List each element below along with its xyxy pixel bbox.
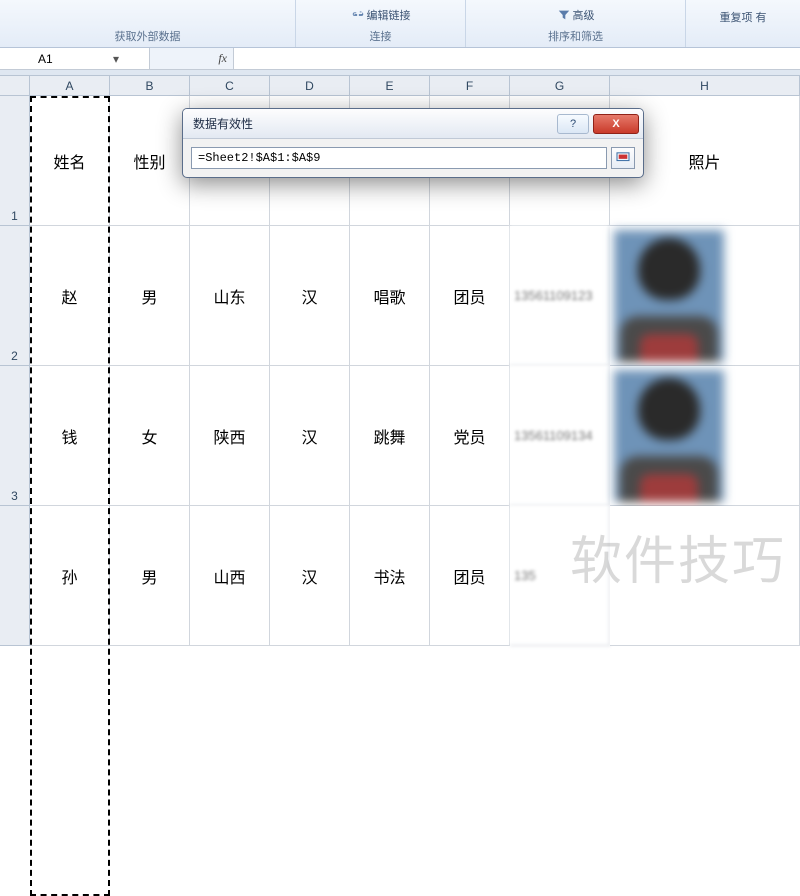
column-header[interactable]: D <box>270 76 350 96</box>
cell[interactable]: 团员 <box>430 226 510 366</box>
dialog-help-button[interactable]: ? <box>557 114 589 134</box>
edit-links-label: 编辑链接 <box>367 7 411 23</box>
column-header[interactable]: B <box>110 76 190 96</box>
range-input[interactable] <box>191 147 607 169</box>
cell[interactable]: 男 <box>110 506 190 646</box>
fx-label[interactable]: fx <box>150 48 234 69</box>
ribbon-group-external-data: 获取外部数据 <box>0 0 296 47</box>
cell[interactable]: 赵 <box>30 226 110 366</box>
cell[interactable]: 性别 <box>110 96 190 226</box>
duplicate-items-button[interactable]: 重复项 有 <box>719 9 766 25</box>
ribbon-group-connections: 编辑链接 连接 <box>296 0 466 47</box>
collapse-icon <box>616 152 630 164</box>
column-header[interactable]: F <box>430 76 510 96</box>
cell[interactable]: 钱 <box>30 366 110 506</box>
cells-area: 姓名性别照片赵男山东汉唱歌团员13561109123钱女陕西汉跳舞党员13561… <box>30 96 800 646</box>
cell[interactable]: 汉 <box>270 366 350 506</box>
name-box[interactable] <box>38 52 108 66</box>
dialog-body <box>183 139 643 177</box>
data-validation-dialog: 数据有效性 ? X <box>182 108 644 178</box>
dup-items-label: 重复项 有 <box>719 9 766 25</box>
cell[interactable]: 陕西 <box>190 366 270 506</box>
row-header[interactable] <box>0 506 30 646</box>
ribbon-group-label: 获取外部数据 <box>0 28 295 45</box>
cell[interactable]: 汉 <box>270 506 350 646</box>
cell[interactable]: 书法 <box>350 506 430 646</box>
dialog-close-button[interactable]: X <box>593 114 639 134</box>
cell[interactable]: 姓名 <box>30 96 110 226</box>
cell[interactable] <box>610 366 800 506</box>
name-box-wrap[interactable]: ▾ <box>0 48 150 69</box>
cell[interactable]: 女 <box>110 366 190 506</box>
formula-input[interactable] <box>234 48 800 69</box>
ribbon-group-datatools: 重复项 有 <box>686 0 800 47</box>
cell[interactable]: 汉 <box>270 226 350 366</box>
row-header[interactable]: 3 <box>0 366 30 506</box>
column-headers: ABCDEFGH <box>30 76 800 96</box>
cell[interactable]: 唱歌 <box>350 226 430 366</box>
ribbon: 获取外部数据 编辑链接 连接 高级 排序和筛选 重复项 有 <box>0 0 800 48</box>
row-header[interactable]: 2 <box>0 226 30 366</box>
column-header[interactable]: H <box>610 76 800 96</box>
cell[interactable] <box>610 506 800 646</box>
link-icon <box>351 8 365 22</box>
cell[interactable]: 孙 <box>30 506 110 646</box>
advanced-filter-button[interactable]: 高级 <box>557 7 595 23</box>
select-all-corner[interactable] <box>0 76 30 96</box>
dialog-titlebar[interactable]: 数据有效性 ? X <box>183 109 643 139</box>
ribbon-group-label: 连接 <box>296 28 465 45</box>
cell[interactable]: 男 <box>110 226 190 366</box>
column-header[interactable]: E <box>350 76 430 96</box>
ribbon-group-label: 排序和筛选 <box>466 28 685 45</box>
cell[interactable]: 135 <box>510 506 610 646</box>
cell[interactable]: 团员 <box>430 506 510 646</box>
column-header[interactable]: C <box>190 76 270 96</box>
row-header[interactable]: 1 <box>0 96 30 226</box>
edit-links-button[interactable]: 编辑链接 <box>351 7 411 23</box>
row-headers: 123 <box>0 96 30 646</box>
cell[interactable]: 13561109134 <box>510 366 610 506</box>
funnel-icon <box>557 8 571 22</box>
dialog-title: 数据有效性 <box>193 115 553 132</box>
photo-thumbnail <box>614 370 724 502</box>
advanced-label: 高级 <box>573 7 595 23</box>
formula-bar: ▾ fx <box>0 48 800 70</box>
ribbon-group-label <box>686 32 800 45</box>
cell[interactable]: 跳舞 <box>350 366 430 506</box>
collapse-dialog-button[interactable] <box>611 147 635 169</box>
ribbon-group-sortfilter: 高级 排序和筛选 <box>466 0 686 47</box>
cell[interactable]: 山西 <box>190 506 270 646</box>
cell[interactable]: 党员 <box>430 366 510 506</box>
column-header[interactable]: G <box>510 76 610 96</box>
column-header[interactable]: A <box>30 76 110 96</box>
cell[interactable]: 13561109123 <box>510 226 610 366</box>
chevron-down-icon[interactable]: ▾ <box>108 52 124 66</box>
cell[interactable] <box>610 226 800 366</box>
cell[interactable]: 山东 <box>190 226 270 366</box>
photo-thumbnail <box>614 230 724 362</box>
